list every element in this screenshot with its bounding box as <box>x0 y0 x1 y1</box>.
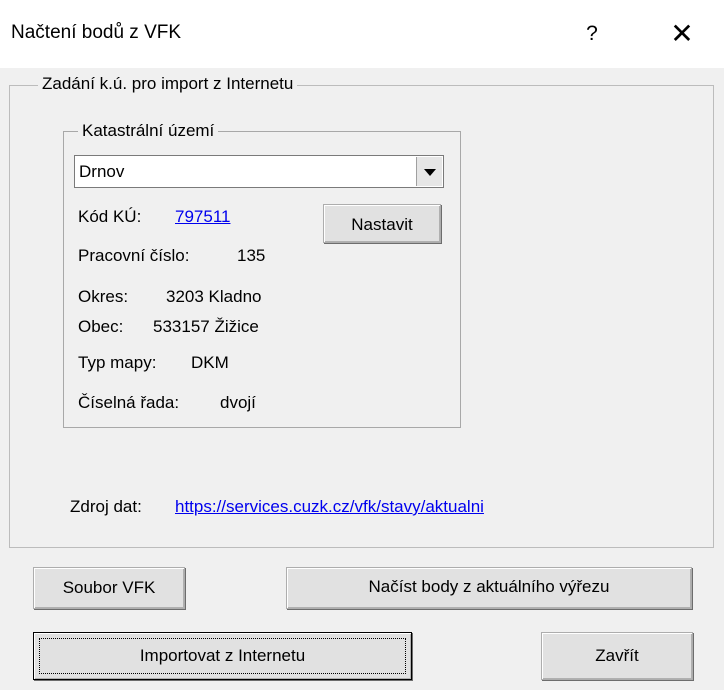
import-internet-button[interactable]: Importovat z Internetu <box>33 632 412 680</box>
internet-import-group-label: Zadání k.ú. pro import z Internetu <box>38 74 298 94</box>
map-type-value: DKM <box>191 353 229 372</box>
municipality-value: 533157 Žižice <box>153 317 259 336</box>
load-current-view-button[interactable]: Načíst body z aktuálního výřezu <box>286 567 692 609</box>
vfk-file-button[interactable]: Soubor VFK <box>33 567 185 609</box>
number-series-value: dvojí <box>220 393 256 412</box>
map-type-label: Typ mapy: <box>78 353 157 372</box>
data-source-label: Zdroj dat: <box>70 497 142 516</box>
import-internet-button-label: Importovat z Internetu <box>139 646 306 665</box>
set-button-label: Nastavit <box>351 215 413 234</box>
title-bar: Načtení bodů z VFK ? ✕ <box>0 0 724 68</box>
window-title: Načtení bodů z VFK <box>11 22 182 43</box>
set-button[interactable]: Nastavit <box>323 204 441 243</box>
close-button[interactable]: Zavřít <box>541 632 693 680</box>
cadastre-code-label: Kód KÚ: <box>78 207 142 226</box>
close-button-label: Zavřít <box>595 646 639 665</box>
close-window-button[interactable]: ✕ <box>656 14 708 54</box>
vfk-dialog: Načtení bodů z VFK ? ✕ Zadání k.ú. pro i… <box>0 0 724 690</box>
municipality-label: Obec: <box>78 317 124 336</box>
work-number-value: 135 <box>237 246 266 265</box>
cadastral-area-group-label: Katastrální území <box>78 121 219 141</box>
data-source-link[interactable]: https://services.cuzk.cz/vfk/stavy/aktua… <box>175 497 484 517</box>
vfk-file-button-label: Soubor VFK <box>62 578 156 597</box>
district-value: 3203 Kladno <box>166 287 262 306</box>
help-button[interactable]: ? <box>566 14 618 54</box>
number-series-label: Číselná řada: <box>78 393 180 412</box>
district-label: Okres: <box>78 287 129 306</box>
cadastral-area-select[interactable]: Drnov <box>74 155 444 188</box>
cadastre-code-link[interactable]: 797511 <box>175 207 230 227</box>
load-current-view-button-label: Načíst body z aktuálního výřezu <box>368 577 610 596</box>
dropdown-arrow-icon[interactable] <box>416 157 442 186</box>
cadastral-area-selected-value: Drnov <box>79 162 125 181</box>
work-number-label: Pracovní číslo: <box>78 246 190 265</box>
